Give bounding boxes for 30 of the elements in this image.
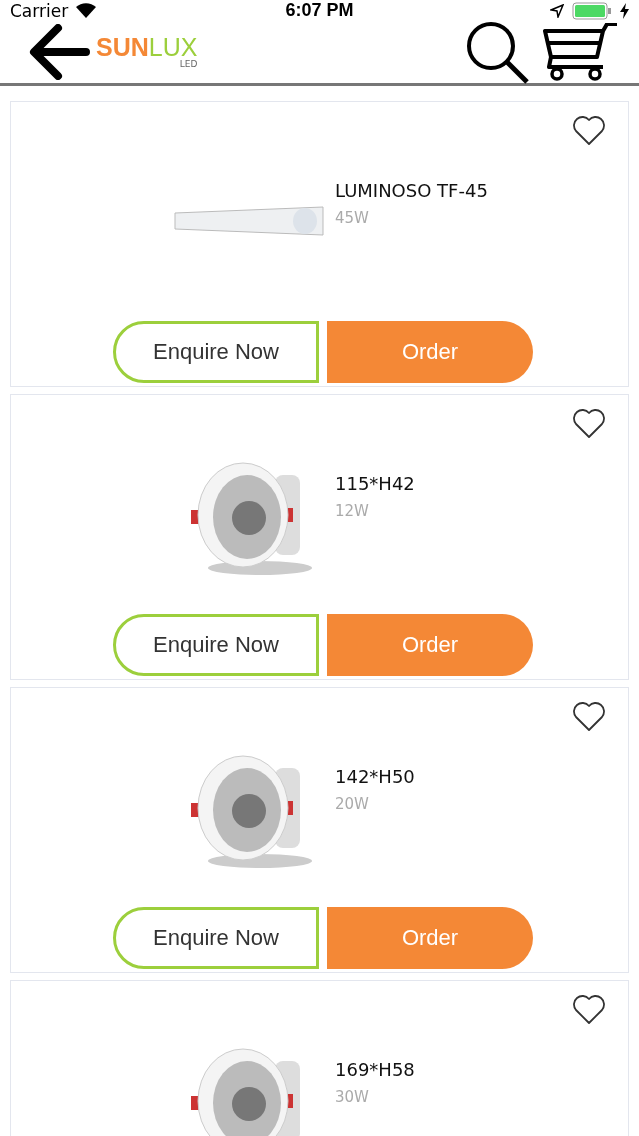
product-wattage: 20W: [335, 795, 370, 813]
heart-icon[interactable]: [572, 702, 606, 732]
clock-time: 6:07 PM: [285, 0, 354, 21]
product-card[interactable]: 142*H50 20W Enquire Now Order: [10, 687, 629, 973]
enquire-now-button[interactable]: Enquire Now: [113, 907, 319, 969]
logo-subtitle: LED: [179, 60, 198, 69]
enquire-now-button[interactable]: Enquire Now: [113, 614, 319, 676]
brand-logo: SUNLUX: [96, 35, 198, 60]
product-wattage: 45W: [335, 209, 370, 227]
wifi-icon: [76, 3, 97, 18]
product-card[interactable]: 115*H42 12W Enquire Now Order: [10, 394, 629, 680]
product-wattage: 30W: [335, 1088, 370, 1106]
cart-icon[interactable]: [543, 23, 619, 81]
search-icon[interactable]: [465, 20, 531, 84]
carrier-name: Carrier: [10, 0, 69, 21]
back-arrow-icon[interactable]: [28, 24, 90, 80]
location-arrow-icon: [550, 3, 564, 18]
battery-icon: [572, 1, 612, 20]
product-card[interactable]: 169*H58 30W: [10, 980, 629, 1136]
product-wattage: 12W: [335, 502, 370, 520]
product-name: 142*H50: [335, 766, 415, 787]
charging-bolt-icon: [620, 2, 629, 19]
product-name: 169*H58: [335, 1059, 415, 1080]
product-name: LUMINOSO TF-45: [335, 180, 488, 201]
enquire-now-button[interactable]: Enquire Now: [113, 321, 319, 383]
product-name: 115*H42: [335, 473, 415, 494]
heart-icon[interactable]: [572, 116, 606, 146]
product-card[interactable]: LUMINOSO TF-45 45W Enquire Now Order: [10, 101, 629, 387]
heart-icon[interactable]: [572, 995, 606, 1025]
heart-icon[interactable]: [572, 409, 606, 439]
